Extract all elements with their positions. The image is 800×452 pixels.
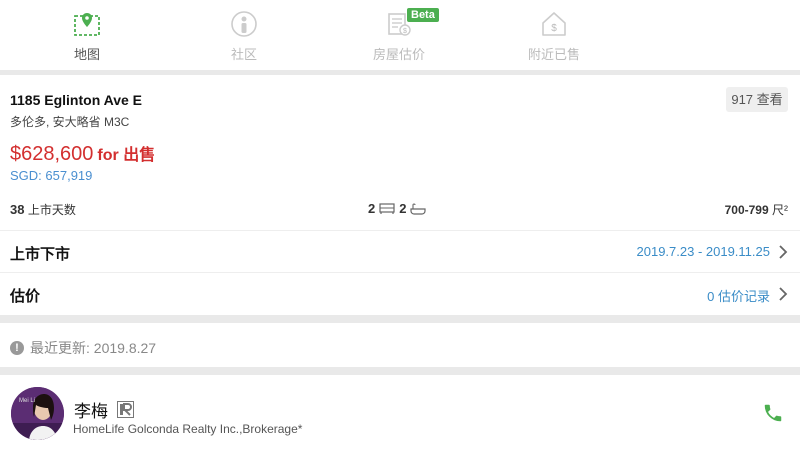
estimate-title: 估价 xyxy=(10,288,41,305)
listing-stats: 38 上市天数 2 2 700-799 尺² xyxy=(0,201,800,219)
phone-icon[interactable] xyxy=(762,402,784,424)
tab-community-label: 社区 xyxy=(230,47,257,62)
unit-size: 700-799 尺² xyxy=(725,201,788,218)
realtor-logo-icon xyxy=(117,401,134,418)
tab-sold-nearby[interactable]: $ 附近已售 xyxy=(509,0,599,70)
size-unit: 尺² xyxy=(772,203,788,217)
agent-name: 李梅 xyxy=(74,402,108,421)
estimate-value: 0 估价记录 xyxy=(707,289,770,304)
divider xyxy=(0,70,800,75)
listing-period-title: 上市下市 xyxy=(10,246,71,263)
agent-avatar[interactable]: Mei Li xyxy=(11,387,64,440)
room-counts: 2 2 xyxy=(368,201,430,216)
listing-price: $628,600 for 出售 xyxy=(10,141,155,166)
days-on-market: 38 上市天数 xyxy=(10,201,76,218)
chevron-right-icon xyxy=(779,287,788,301)
listing-period-value: 2019.7.23 - 2019.11.25 xyxy=(636,244,771,259)
bed-icon xyxy=(379,202,395,214)
divider xyxy=(0,367,800,375)
tab-community[interactable]: 社区 xyxy=(199,0,289,70)
view-count-badge: 917 查看 xyxy=(726,87,788,112)
agent-photo: Mei Li xyxy=(11,387,64,440)
listing-period-row[interactable]: 上市下市 2019.7.23 - 2019.11.25 xyxy=(0,230,800,272)
last-updated-text: 最近更新: 2019.8.27 xyxy=(30,340,157,356)
tab-map[interactable]: 地图 xyxy=(42,0,132,70)
svg-text:$: $ xyxy=(551,23,557,34)
svg-text:Mei Li: Mei Li xyxy=(19,398,35,404)
estimate-row[interactable]: 估价 0 估价记录 xyxy=(0,272,800,314)
tab-valuation-label: 房屋估价 xyxy=(372,47,425,62)
bathtub-icon xyxy=(410,202,427,215)
bathroom-count: 2 xyxy=(399,201,407,216)
tab-map-label: 地图 xyxy=(73,47,100,62)
community-icon xyxy=(231,11,257,37)
days-value: 38 xyxy=(10,202,25,217)
info-icon: ! xyxy=(10,341,24,355)
tab-sold-nearby-label: 附近已售 xyxy=(527,47,580,62)
beta-badge: Beta xyxy=(407,8,439,22)
days-label: 上市天数 xyxy=(27,203,76,217)
top-tab-bar: 地图 社区 $ Beta 房屋估价 $ 附近已售 xyxy=(0,0,800,70)
sold-nearby-icon: $ xyxy=(542,12,566,36)
size-value: 700-799 xyxy=(724,203,769,217)
listing-address: 1185 Eglinton Ave E xyxy=(10,92,143,108)
bedroom-count: 2 xyxy=(368,201,376,216)
sgd-price: SGD: 657,919 xyxy=(10,168,93,183)
divider xyxy=(0,315,800,323)
map-icon xyxy=(74,13,100,36)
svg-text:$: $ xyxy=(403,28,407,35)
for-sale-label: for 出售 xyxy=(97,147,156,164)
agent-agency: HomeLife Golconda Realty Inc.,Brokerage* xyxy=(73,422,303,436)
chevron-right-icon xyxy=(779,245,788,259)
last-updated: ! 最近更新: 2019.8.27 xyxy=(10,338,156,358)
price-value: $628,600 xyxy=(10,143,94,165)
tab-valuation[interactable]: $ Beta 房屋估价 xyxy=(354,0,444,70)
listing-region: 多伦多, 安大略省 M3C xyxy=(10,115,130,129)
